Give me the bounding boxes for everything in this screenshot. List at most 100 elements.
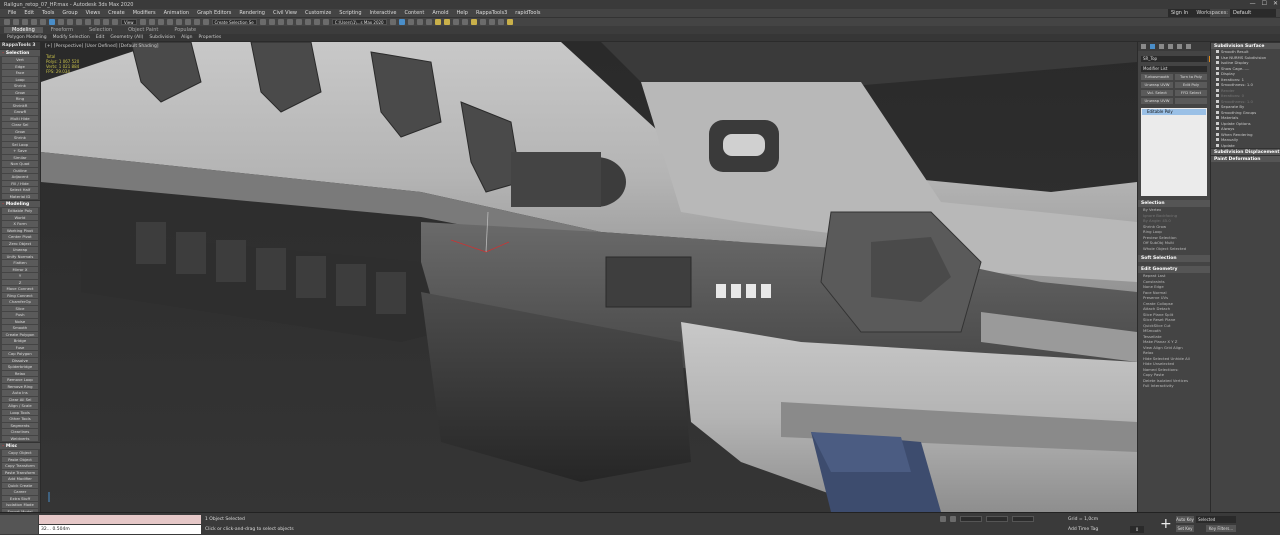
material-editor-icon[interactable] — [322, 19, 329, 25]
render-setup-icon[interactable] — [398, 19, 405, 25]
menu-help[interactable]: Help — [453, 10, 472, 16]
set-key-button[interactable]: Set Key — [1176, 525, 1194, 532]
menu-graph-editors[interactable]: Graph Editors — [193, 10, 235, 16]
place-icon[interactable] — [112, 19, 118, 25]
subdivision-displacement-title[interactable]: Subdivision Displacement — [1211, 148, 1280, 155]
rappatools-button[interactable]: Auto Ins — [2, 390, 38, 396]
rappatools-button[interactable]: Dissolve — [2, 357, 38, 363]
rappatools-section-modeling[interactable]: – Modeling — [0, 200, 40, 207]
rappatools-button[interactable]: Unify Normals — [2, 253, 38, 259]
ribbon-tab-populate[interactable]: Populate — [166, 27, 204, 33]
rappatools-button[interactable]: Align / Scale — [2, 403, 38, 409]
rappatools-button[interactable]: Paste Object — [2, 456, 38, 462]
rappatools-button[interactable]: + Save — [2, 148, 38, 154]
rappatools-button[interactable]: Loop — [2, 76, 38, 82]
layer-explorer-icon[interactable] — [286, 19, 293, 25]
rappatools-button[interactable]: Copy Object — [2, 450, 38, 456]
rappatools-button[interactable]: Z — [2, 279, 38, 285]
rappatools-section-misc[interactable]: – Misc — [0, 442, 40, 449]
ribbon-subtab-edit[interactable]: Edit — [93, 35, 108, 40]
modify-tab-icon[interactable] — [1150, 44, 1155, 49]
perspective-viewport[interactable]: [+] [Perspective] [User Defined] [Defaul… — [41, 42, 1137, 512]
auto-key-button[interactable]: Auto Key — [1176, 516, 1194, 523]
object-name-field[interactable]: SR_Top — [1141, 56, 1210, 62]
menu-rapidtools[interactable]: rapidTools — [511, 10, 544, 16]
modifier-stack[interactable]: Editable Poly — [1141, 108, 1207, 196]
rappatools-button[interactable]: Shrink — [2, 135, 38, 141]
selection-option[interactable]: Whole Object Selected — [1138, 246, 1210, 252]
spinner-snap-icon[interactable] — [193, 19, 200, 25]
rappatools-button[interactable]: Grow — [2, 128, 38, 134]
select-object-icon[interactable] — [49, 19, 55, 25]
mirror-icon[interactable] — [259, 19, 266, 25]
ribbon-tab-selection[interactable]: Selection — [81, 27, 120, 33]
curve-editor-icon[interactable] — [304, 19, 311, 25]
script-icon-2[interactable] — [461, 19, 468, 25]
rappatools-button[interactable]: Push — [2, 312, 38, 318]
modifier-set-button[interactable]: Edit Poly — [1175, 82, 1207, 88]
menu-views[interactable]: Views — [82, 10, 104, 16]
rappatools-button[interactable]: Mirror X — [2, 266, 38, 272]
rappatools-button[interactable]: Clear All Sel — [2, 396, 38, 402]
rappatools-button[interactable]: Loop Tools — [2, 409, 38, 415]
rappatools-button[interactable]: ChamferOp — [2, 299, 38, 305]
ribbon-tab-object-paint[interactable]: Object Paint — [120, 27, 166, 33]
keyboard-shortcut-icon[interactable] — [157, 19, 164, 25]
workspaces-dropdown[interactable]: Default — [1230, 9, 1276, 17]
rappatools-button[interactable]: Working Pivot — [2, 227, 38, 233]
selection-rollout-title[interactable]: Selection — [1138, 200, 1210, 207]
rotate-icon[interactable] — [94, 19, 100, 25]
arnold-render-icon[interactable] — [443, 19, 450, 25]
scale-icon[interactable] — [103, 19, 109, 25]
rappatools-button[interactable]: GrowR — [2, 109, 38, 115]
ribbon-subtab-align[interactable]: Align — [178, 35, 195, 40]
move-icon[interactable] — [85, 19, 91, 25]
add-time-tag[interactable]: Add Time Tag — [1068, 527, 1098, 532]
angle-snap-icon[interactable] — [175, 19, 182, 25]
rappatools-button[interactable]: Cap Polygon — [2, 351, 38, 357]
script-icon-1[interactable] — [452, 19, 459, 25]
menu-civil-view[interactable]: Civil View — [269, 10, 301, 16]
ribbon-subtab-polygon-modeling[interactable]: Polygon Modeling — [4, 35, 50, 40]
rappatools-button[interactable]: Material ID — [2, 193, 38, 199]
rappatools-button[interactable]: Move Connect — [2, 286, 38, 292]
rappatools-button[interactable]: World — [2, 214, 38, 220]
rappatools-button[interactable]: Relax — [2, 370, 38, 376]
rappatools-button[interactable]: Adjacent — [2, 174, 38, 180]
redo-icon[interactable] — [13, 19, 19, 25]
paint-deformation-title[interactable]: Paint Deformation — [1211, 155, 1280, 162]
menu-content[interactable]: Content — [400, 10, 428, 16]
rappatools-button[interactable]: Face — [2, 70, 38, 76]
lock-selection-icon[interactable] — [940, 516, 946, 522]
ribbon-tab-freeform[interactable]: Freeform — [43, 27, 81, 33]
modifier-set-button[interactable]: Turbosmooth — [1141, 74, 1173, 80]
rappatools-button[interactable]: Segments — [2, 422, 38, 428]
schematic-view-icon[interactable] — [313, 19, 320, 25]
ribbon-subtab-modify-selection[interactable]: Modify Selection — [50, 35, 93, 40]
rappatools-button[interactable]: Remove Ring — [2, 383, 38, 389]
script-icon-4[interactable] — [479, 19, 486, 25]
modifier-list-dropdown[interactable]: Modifier List — [1141, 66, 1207, 72]
rappatools-button[interactable]: Extra Stuff — [2, 495, 38, 501]
modifier-set-button[interactable]: Vol. Select — [1141, 90, 1173, 96]
rappatools-button[interactable]: Other Tools — [2, 416, 38, 422]
rappatools-button[interactable]: Career — [2, 489, 38, 495]
bind-space-warp-icon[interactable] — [40, 19, 46, 25]
y-coordinate[interactable] — [986, 516, 1008, 522]
script-icon-7[interactable] — [506, 19, 513, 25]
ribbon-subtab-properties[interactable]: Properties — [195, 35, 224, 40]
script-icon-6[interactable] — [497, 19, 504, 25]
link-icon[interactable] — [22, 19, 28, 25]
menu-interactive[interactable]: Interactive — [366, 10, 401, 16]
rappatools-button[interactable]: Non Quad — [2, 161, 38, 167]
edit-geometry-rollout-title[interactable]: Edit Geometry — [1138, 266, 1210, 273]
rappatools-button[interactable]: Select Half — [2, 187, 38, 193]
snaps-toggle-icon[interactable] — [166, 19, 173, 25]
rappatools-button[interactable]: Fuse — [2, 344, 38, 350]
rappatools-button[interactable]: Multi Hide — [2, 115, 38, 121]
ribbon-subtab-geometry-all-[interactable]: Geometry (All) — [107, 35, 146, 40]
object-color-swatch[interactable] — [1209, 56, 1210, 62]
maxscript-input[interactable] — [39, 515, 201, 524]
undo-icon[interactable] — [4, 19, 10, 25]
rappatools-button[interactable]: Vert — [2, 57, 38, 63]
